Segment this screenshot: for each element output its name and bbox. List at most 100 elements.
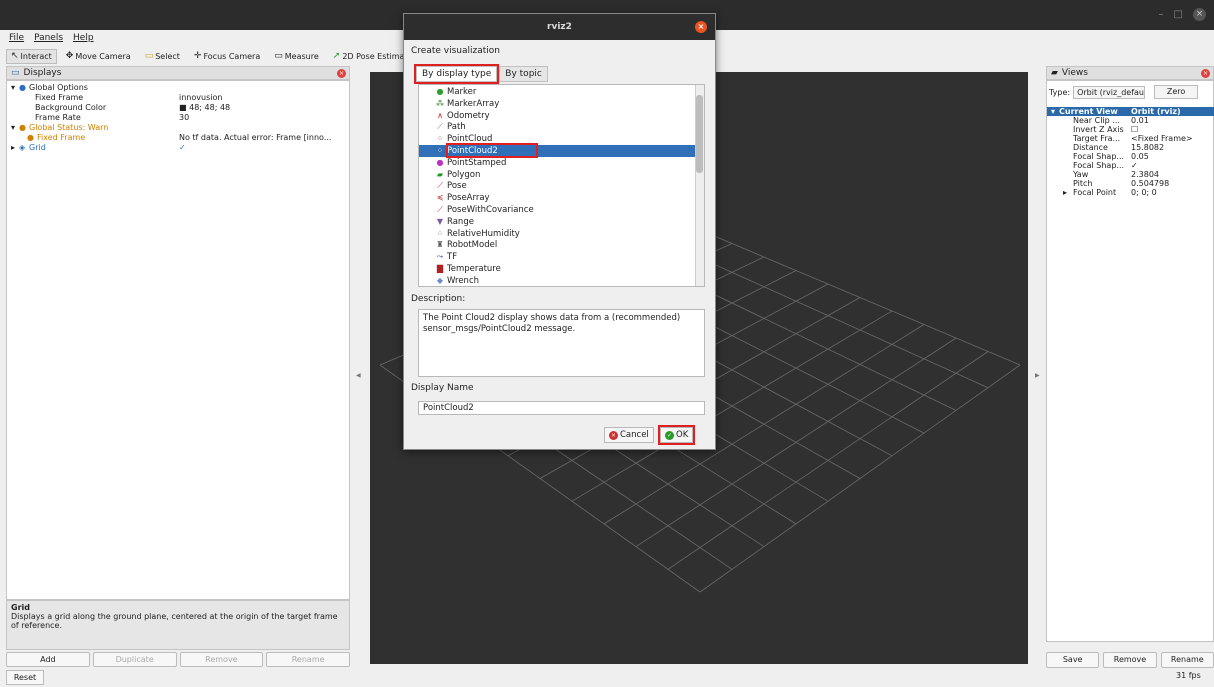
panel-title: Views [1061,68,1088,78]
menu-file[interactable]: File [9,33,24,43]
tree-row-grid[interactable]: ▸ ◈ Grid ✓ [7,143,351,153]
view-value[interactable]: 0.05 [1131,152,1149,161]
tree-key: Background Color [35,103,107,112]
display-type-item-tf[interactable]: ⤳ TF [419,251,695,263]
zero-button[interactable]: Zero [1154,85,1199,99]
expand-arrow-icon[interactable]: ▾ [1051,107,1055,116]
reset-button[interactable]: Reset [6,670,44,685]
view-row[interactable]: Target Fra... <Fixed Frame> [1047,134,1214,143]
view-value[interactable]: 0; 0; 0 [1131,188,1157,197]
menu-help[interactable]: Help [73,33,94,43]
view-value[interactable]: 0.504798 [1131,179,1169,188]
expand-arrow-icon[interactable]: ▾ [11,123,15,133]
display-type-item-path[interactable]: ⟋ Path [419,121,695,133]
view-row[interactable]: Yaw 2.3804 [1047,170,1214,179]
view-row[interactable]: Focal Shap... ✓ [1047,161,1214,170]
expand-arrow-icon[interactable]: ▾ [11,83,15,93]
display-type-item-posearray[interactable]: ≼ PoseArray [419,192,695,204]
focus-camera-tool-button[interactable]: ✛ Focus Camera [189,49,265,64]
select-tool-button[interactable]: ▭ Select [140,49,185,64]
display-type-item-markerarray[interactable]: ⁂ MarkerArray [419,98,695,110]
dialog-close-icon[interactable]: × [695,21,707,33]
focal-shape-checkbox[interactable]: ✓ [1131,161,1138,170]
window-close-icon[interactable]: × [1193,8,1206,21]
rename-button[interactable]: Rename [266,652,350,667]
display-type-item-pose[interactable]: ⟋ Pose [419,180,695,192]
scrollbar-thumb[interactable] [696,95,703,173]
remove-button[interactable]: Remove [1103,652,1157,668]
view-row[interactable]: Pitch 0.504798 [1047,179,1214,188]
maximize-icon[interactable]: □ [1174,9,1183,20]
tree-row-global-options[interactable]: ▾ ● Global Options [7,83,351,93]
tree-row-background-color[interactable]: Background Color ■ 48; 48; 48 [7,103,351,113]
tool-label: Focus Camera [203,51,261,61]
save-button[interactable]: Save [1046,652,1100,668]
view-type-dropdown[interactable]: Orbit (rviz_defau ▾ [1073,85,1146,99]
tree-row-fixed-frame[interactable]: Fixed Frame innovusion [7,93,351,103]
minimize-icon[interactable]: – [1159,9,1164,20]
button-label: Cancel [620,430,649,440]
close-icon[interactable]: × [1201,69,1210,78]
display-type-item-pointstamped[interactable]: ● PointStamped [419,157,695,169]
collapse-right-icon[interactable]: ▶ [1035,372,1040,379]
tree-row-fixed-frame-status[interactable]: ● Fixed Frame No tf data. Actual error: … [7,133,351,143]
crosshair-icon: ✛ [193,50,202,61]
item-label: Polygon [447,169,481,180]
item-label: Range [447,216,474,227]
interact-tool-button[interactable]: ↖ Interact [6,48,57,64]
display-type-item-odometry[interactable]: ∧ Odometry [419,110,695,122]
tree-key: Grid [29,143,46,152]
view-value[interactable]: 15.8082 [1131,143,1164,152]
close-icon[interactable]: × [337,69,346,78]
display-name-input[interactable]: PointCloud2 [418,401,705,415]
grid-enabled-checkbox[interactable]: ✓ [179,143,186,153]
menu-panels[interactable]: Panels [34,33,63,43]
view-row[interactable]: Invert Z Axis ☐ [1047,125,1214,134]
display-type-list[interactable]: ◆ Wrench ▇ Temperature ⤳ TF ♜ RobotModel ⁘ Relati… [418,84,705,287]
view-row[interactable]: Distance 15.8082 [1047,143,1214,152]
move-camera-tool-button[interactable]: ✥ Move Camera [61,49,136,64]
cancel-button[interactable]: × Cancel [604,427,654,443]
tree-value[interactable]: ■ 48; 48; 48 [179,103,230,113]
list-scrollbar[interactable] [695,85,704,286]
view-row-current[interactable]: ▾ Current View Orbit (rviz) [1047,107,1214,116]
dialog-heading: Create visualization [411,46,500,56]
select-box-icon: ▭ [144,50,154,61]
tree-value[interactable]: innovusion [179,93,222,103]
view-value[interactable]: 2.3804 [1131,170,1159,179]
expand-arrow-icon[interactable]: ▸ [1063,188,1067,197]
invert-z-checkbox[interactable]: ☐ [1131,125,1138,134]
display-type-item-robotmodel[interactable]: ♜ RobotModel [419,239,695,251]
add-button[interactable]: Add [6,652,90,667]
tab-by-topic[interactable]: By topic [499,66,548,82]
display-type-item-polygon[interactable]: ▰ Polygon [419,169,695,181]
expand-arrow-icon[interactable]: ▸ [11,143,15,153]
view-row[interactable]: Focal Shap... 0.05 [1047,152,1214,161]
pose-icon: ⟋ [437,181,443,191]
posearray-icon: ≼ [436,193,444,203]
rename-button[interactable]: Rename [1160,652,1214,668]
display-type-item-range[interactable]: ▼ Range [419,216,695,228]
view-key: Focal Shap... [1073,152,1125,161]
collapse-left-icon[interactable]: ◀ [356,372,361,379]
duplicate-button[interactable]: Duplicate [92,652,177,667]
view-value[interactable]: <Fixed Frame> [1131,134,1193,143]
tree-row-global-status[interactable]: ▾ ● Global Status: Warn [7,123,351,133]
tree-row-frame-rate[interactable]: Frame Rate 30 [7,113,351,123]
remove-button[interactable]: Remove [179,652,264,667]
ok-button[interactable]: ✓ OK [657,425,696,445]
display-type-item-marker[interactable]: ● Marker [419,86,695,98]
view-value[interactable]: 0.01 [1131,116,1149,125]
display-type-item-wrench[interactable]: ◆ Wrench [419,275,695,287]
display-type-item-relativehumidity[interactable]: ⁘ RelativeHumidity [419,228,695,240]
tree-value[interactable]: 30 [179,113,189,123]
tab-by-display-type[interactable]: By display type [413,64,500,84]
view-row[interactable]: Near Clip ... 0.01 [1047,116,1214,125]
view-row[interactable]: ▸ Focal Point 0; 0; 0 [1047,188,1214,197]
measure-tool-button[interactable]: ▭ Measure [269,49,324,64]
tool-label: Move Camera [75,51,131,61]
display-type-item-posewithcovariance[interactable]: ⟋ PoseWithCovariance [419,204,695,216]
grid-line [699,229,1021,366]
display-type-item-temperature[interactable]: ▇ Temperature [419,263,695,275]
monitor-icon: ▭ [11,68,20,78]
